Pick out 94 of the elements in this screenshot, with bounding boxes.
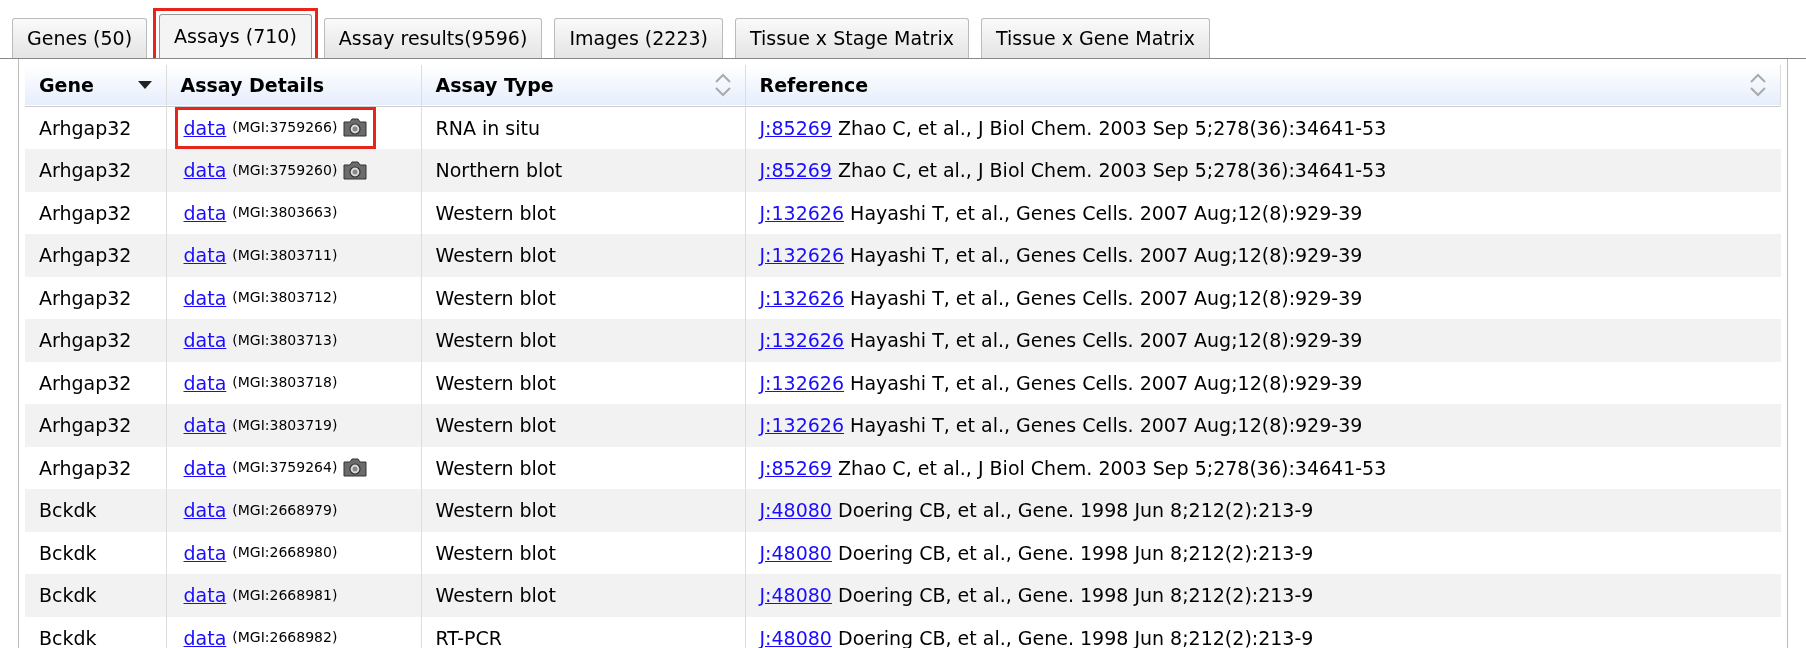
tab[interactable]: Genes (50) <box>12 18 148 58</box>
assay-type: Northern blot <box>435 159 563 181</box>
camera-icon <box>343 118 368 138</box>
gene-symbol: Arhgap32 <box>39 201 132 224</box>
mgi-id: (MGI:3759264) <box>232 458 338 478</box>
data-link[interactable]: data <box>183 326 227 355</box>
mgi-id: (MGI:2668980) <box>232 543 338 563</box>
reference-link[interactable]: J:132626 <box>759 371 845 394</box>
data-link[interactable]: data <box>183 113 227 142</box>
mgi-id: (MGI:3803711) <box>232 245 338 265</box>
citation: Doering CB, et al., Gene. 1998 Jun 8;212(2):213-9 <box>838 584 1314 606</box>
mgi-id: (MGI:3759266) <box>232 118 338 138</box>
reference-link[interactable]: J:132626 <box>759 414 845 436</box>
mgi-id: (MGI:2668981) <box>232 585 338 605</box>
assay-type: Western blot <box>435 286 556 309</box>
mgi-id: (MGI:3803719) <box>232 415 338 435</box>
data-link[interactable]: data <box>183 368 227 397</box>
gene-symbol: Bckdk <box>39 541 97 564</box>
data-link[interactable]: data <box>183 496 227 525</box>
camera-icon <box>343 160 368 180</box>
reference-link[interactable]: J:132626 <box>759 329 845 351</box>
data-link[interactable]: data <box>183 156 227 185</box>
tab[interactable]: Assays (710) <box>159 14 312 58</box>
reference-link[interactable]: J:85269 <box>759 456 832 479</box>
data-link[interactable]: data <box>183 581 227 610</box>
citation: Hayashi T, et al., Genes Cells. 2007 Aug;12(8):929-39 <box>850 371 1363 394</box>
tab[interactable]: Tissue x Gene Matrix <box>980 18 1211 58</box>
mgi-id: (MGI:2668979) <box>232 500 338 520</box>
column-header[interactable]: Reference <box>759 71 869 100</box>
sort-descending-icon[interactable] <box>137 81 152 90</box>
gene-symbol: Arhgap32 <box>39 329 132 351</box>
citation: Hayashi T, et al., Genes Cells. 2007 Aug;12(8):929-39 <box>850 201 1363 224</box>
mgi-id: (MGI:3759260) <box>232 160 338 180</box>
citation: Hayashi T, et al., Genes Cells. 2007 Aug;12(8):929-39 <box>850 414 1363 436</box>
citation: Zhao C, et al., J Biol Chem. 2003 Sep 5;278(36):34641-53 <box>838 159 1387 181</box>
mgi-id: (MGI:3803713) <box>232 330 338 350</box>
gene-symbol: Arhgap32 <box>39 116 132 139</box>
citation: Hayashi T, et al., Genes Cells. 2007 Aug;12(8):929-39 <box>850 286 1363 309</box>
citation: Doering CB, et al., Gene. 1998 Jun 8;212(2):213-9 <box>838 499 1314 521</box>
assay-type: Western blot <box>435 329 556 351</box>
mgi-id: (MGI:2668982) <box>232 628 338 648</box>
citation: Zhao C, et al., J Biol Chem. 2003 Sep 5;278(36):34641-53 <box>838 116 1387 139</box>
assay-type: Western blot <box>435 371 556 394</box>
gene-symbol: Bckdk <box>39 584 97 606</box>
reference-link[interactable]: J:48080 <box>759 499 832 521</box>
gene-symbol: Arhgap32 <box>39 286 132 309</box>
reference-link[interactable]: J:85269 <box>759 116 832 139</box>
citation: Hayashi T, et al., Genes Cells. 2007 Aug;12(8):929-39 <box>850 244 1363 266</box>
column-header[interactable]: Assay Type <box>435 71 554 100</box>
citation: Hayashi T, et al., Genes Cells. 2007 Aug;12(8):929-39 <box>850 329 1363 351</box>
data-link[interactable]: data <box>183 453 227 482</box>
gene-symbol: Arhgap32 <box>39 371 132 394</box>
assay-type: Western blot <box>435 584 556 606</box>
assay-type: RT-PCR <box>435 626 502 648</box>
mgi-id: (MGI:3803712) <box>232 288 338 308</box>
gene-symbol: Arhgap32 <box>39 159 132 181</box>
data-link[interactable]: data <box>183 411 227 440</box>
assay-type: Western blot <box>435 499 556 521</box>
assay-type: Western blot <box>435 541 556 564</box>
tab[interactable]: Assay results(9596) <box>323 18 543 58</box>
data-link[interactable]: data <box>183 241 227 270</box>
reference-link[interactable]: J:85269 <box>759 159 832 181</box>
sort-icon[interactable] <box>1750 73 1766 98</box>
reference-link[interactable]: J:48080 <box>759 626 832 648</box>
gene-symbol: Arhgap32 <box>39 244 132 266</box>
gene-symbol: Bckdk <box>39 499 97 521</box>
gene-symbol: Arhgap32 <box>39 456 132 479</box>
mgi-id: (MGI:3803718) <box>232 373 338 393</box>
data-link[interactable]: data <box>183 538 227 567</box>
citation: Doering CB, et al., Gene. 1998 Jun 8;212(2):213-9 <box>838 626 1314 648</box>
mgi-id: (MGI:3803663) <box>232 203 338 223</box>
reference-link[interactable]: J:132626 <box>759 286 845 309</box>
gene-symbol: Arhgap32 <box>39 414 132 436</box>
camera-icon <box>343 458 368 478</box>
reference-link[interactable]: J:132626 <box>759 201 845 224</box>
tab[interactable]: Images (2223) <box>554 18 723 58</box>
reference-link[interactable]: J:48080 <box>759 541 832 564</box>
gene-symbol: Bckdk <box>39 626 97 648</box>
assay-type: RNA in situ <box>435 116 540 139</box>
assay-type: Western blot <box>435 456 556 479</box>
data-link[interactable]: data <box>183 198 227 227</box>
data-link[interactable]: data <box>183 283 227 312</box>
assay-type: Western blot <box>435 244 556 266</box>
citation: Zhao C, et al., J Biol Chem. 2003 Sep 5;278(36):34641-53 <box>838 456 1387 479</box>
assay-type: Western blot <box>435 414 556 436</box>
reference-link[interactable]: J:132626 <box>759 244 845 266</box>
column-header[interactable]: Assay Details <box>180 71 324 100</box>
column-header[interactable]: Gene <box>39 71 94 100</box>
sort-icon[interactable] <box>714 73 731 98</box>
tab[interactable]: Tissue x Stage Matrix <box>735 18 969 58</box>
data-link[interactable]: data <box>183 623 227 648</box>
citation: Doering CB, et al., Gene. 1998 Jun 8;212(2):213-9 <box>838 541 1314 564</box>
assay-type: Western blot <box>435 201 556 224</box>
reference-link[interactable]: J:48080 <box>759 584 832 606</box>
